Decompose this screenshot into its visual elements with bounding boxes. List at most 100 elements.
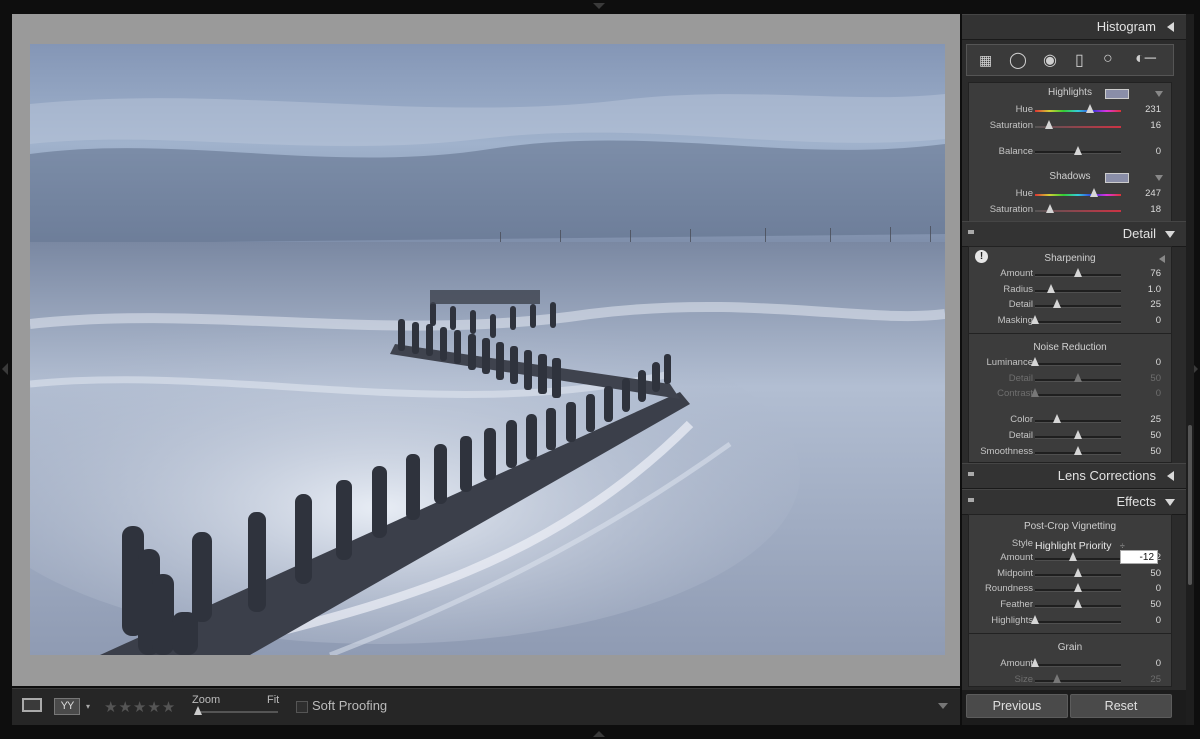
slider-value[interactable]: 0 (1121, 357, 1161, 368)
slider-thumb[interactable] (1052, 299, 1061, 309)
slider-value[interactable]: 1.0 (1121, 284, 1161, 295)
soft-proofing-label[interactable]: Soft Proofing (312, 698, 387, 713)
slider-thumb[interactable] (1074, 372, 1082, 382)
slider-thumb[interactable] (1031, 315, 1039, 325)
sharpening-collapse-icon[interactable] (1159, 255, 1165, 263)
highlights-saturation-thumb[interactable] (1044, 120, 1053, 129)
slider-track[interactable] (1035, 321, 1121, 325)
slider-value[interactable]: 25 (1121, 299, 1161, 310)
red-eye-icon[interactable]: ▯ (1075, 50, 1084, 70)
slider-label: Contrast (997, 388, 1033, 400)
highlights-hue-slider[interactable] (1035, 110, 1121, 112)
slider-value[interactable]: 50 (1121, 373, 1161, 384)
panel-scrollbar[interactable] (1186, 14, 1194, 725)
slider-thumb[interactable] (1074, 583, 1082, 593)
slider-value[interactable]: 76 (1121, 268, 1161, 279)
slider-track[interactable] (1035, 558, 1121, 561)
photo-canvas[interactable] (30, 44, 945, 655)
slider-thumb[interactable] (1068, 552, 1077, 561)
graduated-filter-icon[interactable]: ○ (1103, 50, 1113, 68)
slider-thumb[interactable] (1074, 429, 1082, 439)
slider-thumb[interactable] (1074, 268, 1082, 277)
warning-icon[interactable]: ! (975, 250, 988, 263)
zoom-slider-track[interactable] (196, 711, 278, 713)
slider-thumb[interactable] (1047, 283, 1056, 293)
detail-header[interactable]: Detail (962, 221, 1186, 247)
slider-track[interactable] (1035, 394, 1121, 398)
reset-button[interactable]: Reset (1070, 694, 1172, 718)
crop-tool-icon[interactable]: ◯ (1009, 50, 1027, 70)
toolbar-menu-icon[interactable] (938, 703, 948, 709)
spot-removal-icon[interactable]: ◉ (1043, 50, 1057, 70)
slider-track[interactable] (1035, 420, 1121, 424)
vignetting-title: Post-Crop Vignetting (1023, 521, 1117, 532)
top-panel-toggle-icon[interactable] (593, 3, 605, 9)
left-panel-toggle-icon[interactable] (2, 363, 8, 375)
slider-thumb[interactable] (1074, 567, 1082, 577)
effects-header[interactable]: Effects (962, 489, 1186, 515)
slider-value[interactable]: 0 (1121, 315, 1161, 326)
highlights-hue-thumb[interactable] (1086, 104, 1095, 113)
effects-toggle-icon[interactable] (968, 498, 974, 502)
grid-overlay-icon[interactable]: ▦ (979, 52, 992, 69)
histogram-header[interactable]: Histogram (962, 14, 1186, 40)
shadows-saturation-thumb[interactable] (1046, 204, 1055, 213)
slider-value[interactable]: 50 (1121, 599, 1161, 610)
slider-value[interactable]: 0 (1121, 658, 1161, 669)
panel-scrollbar-thumb[interactable] (1188, 425, 1192, 585)
slider-value[interactable]: 0 (1121, 615, 1161, 626)
detail-toggle-icon[interactable] (968, 230, 974, 234)
slider-value[interactable]: 0 (1121, 388, 1161, 399)
slider-thumb[interactable] (1031, 388, 1039, 398)
bottom-toolbar: YY ▾ ★★★★★ Zoom Fit Soft Proofing (12, 688, 960, 725)
vignette-style-select[interactable]: Highlight Priority ÷ (1035, 536, 1125, 554)
lens-corrections-toggle-icon[interactable] (968, 472, 974, 476)
shadows-hue-thumb[interactable] (1090, 188, 1099, 197)
shadows-hue-slider[interactable] (1035, 194, 1121, 196)
vignette-amount-input[interactable]: -12 (1120, 550, 1158, 564)
bottom-panel-toggle-icon[interactable] (593, 731, 605, 737)
highlights-expand-icon[interactable] (1155, 91, 1163, 97)
zoom-slider-thumb[interactable] (194, 706, 202, 715)
collapse-icon[interactable] (1167, 22, 1174, 32)
balance-value[interactable]: 0 (1121, 146, 1161, 157)
highlights-saturation-value[interactable]: 16 (1121, 120, 1161, 131)
slider-thumb[interactable] (1052, 673, 1061, 683)
slider-track[interactable] (1035, 679, 1121, 683)
collapse-icon[interactable] (1167, 471, 1174, 481)
slider-value[interactable]: 0 (1121, 583, 1161, 594)
expand-icon[interactable] (1165, 499, 1175, 506)
before-after-dropdown-icon[interactable]: ▾ (86, 702, 90, 711)
highlights-hue-value[interactable]: 231 (1121, 104, 1161, 115)
highlights-color-swatch[interactable] (1105, 89, 1129, 99)
slider-track[interactable] (1035, 305, 1121, 309)
slider-track[interactable] (1035, 620, 1121, 624)
shadows-hue-value[interactable]: 247 (1121, 188, 1161, 199)
before-after-view-button[interactable]: YY (54, 698, 80, 715)
shadows-saturation-value[interactable]: 18 (1121, 204, 1161, 215)
slider-value[interactable]: 50 (1121, 446, 1161, 457)
star-rating[interactable]: ★★★★★ (104, 698, 176, 716)
balance-thumb[interactable] (1074, 146, 1082, 155)
slider-track[interactable] (1035, 664, 1121, 667)
slider-thumb[interactable] (1074, 445, 1082, 455)
slider-value[interactable]: 25 (1121, 674, 1161, 685)
slider-thumb[interactable] (1031, 658, 1039, 667)
expand-icon[interactable] (1165, 231, 1175, 238)
slider-thumb[interactable] (1031, 614, 1039, 624)
shadows-expand-icon[interactable] (1155, 175, 1163, 181)
lens-corrections-header[interactable]: Lens Corrections (962, 463, 1186, 489)
shadows-color-swatch[interactable] (1105, 173, 1129, 183)
slider-value[interactable]: 50 (1121, 568, 1161, 579)
slider-value[interactable]: 25 (1121, 414, 1161, 425)
slider-track[interactable] (1035, 363, 1121, 366)
adjustment-brush-icon[interactable]: ◐─ (1135, 50, 1156, 68)
loupe-view-icon[interactable] (22, 698, 42, 712)
soft-proofing-checkbox[interactable] (296, 701, 308, 713)
slider-thumb[interactable] (1031, 357, 1039, 366)
slider-thumb[interactable] (1052, 414, 1061, 424)
previous-button[interactable]: Previous (966, 694, 1068, 718)
slider-thumb[interactable] (1074, 599, 1082, 609)
slider-value[interactable]: 50 (1121, 430, 1161, 441)
vignette-style-value[interactable]: Highlight Priority (1035, 540, 1111, 552)
